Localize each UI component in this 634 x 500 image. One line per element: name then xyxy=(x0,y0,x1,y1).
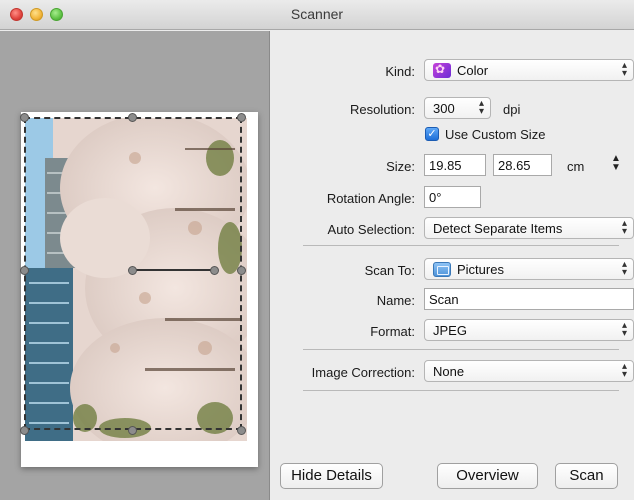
use-custom-size-label: Use Custom Size xyxy=(445,127,546,142)
unit-stepper-icon[interactable]: ▲ ▼ xyxy=(611,154,621,173)
rotation-angle-field[interactable]: 0° xyxy=(424,186,481,208)
separator xyxy=(303,245,619,246)
selection-handle[interactable] xyxy=(237,426,246,435)
size-unit: cm xyxy=(567,159,585,174)
selection-handle[interactable] xyxy=(20,426,29,435)
format-value: JPEG xyxy=(433,323,467,338)
rotation-handle-line[interactable] xyxy=(134,269,216,271)
selection-handle[interactable] xyxy=(20,266,29,275)
selection-handle[interactable] xyxy=(237,266,246,275)
hide-details-button[interactable]: Hide Details xyxy=(280,463,383,489)
kind-value: Color xyxy=(457,63,489,78)
image-correction-value: None xyxy=(433,364,465,379)
selection-center-handle[interactable] xyxy=(128,266,137,275)
size-width-field[interactable]: 19.85 xyxy=(424,154,486,176)
scan-to-popup[interactable]: Pictures ▴ ▾ xyxy=(424,258,634,280)
scan-button[interactable]: Scan xyxy=(555,463,618,489)
resolution-value: 300 xyxy=(433,101,455,116)
selection-handle[interactable] xyxy=(128,426,137,435)
kind-popup[interactable]: Color ▴▾ xyxy=(424,59,634,81)
pictures-folder-icon xyxy=(433,262,451,277)
size-height-field[interactable]: 28.65 xyxy=(493,154,552,176)
size-label: Size: xyxy=(386,159,415,174)
separator xyxy=(303,349,619,350)
popup-arrows-icon: ▴ ▾ xyxy=(621,259,627,278)
rotation-angle-label: Rotation Angle: xyxy=(326,191,415,206)
popup-arrows-icon: ▴ ▾ xyxy=(621,320,627,339)
kind-label: Kind: xyxy=(385,64,415,79)
name-field[interactable]: Scan xyxy=(424,288,634,310)
scan-preview-page xyxy=(20,112,258,467)
format-label: Format: xyxy=(370,324,415,339)
scan-preview-pane[interactable] xyxy=(0,31,270,500)
title-bar: Scanner xyxy=(0,0,634,30)
resolution-popup[interactable]: 300 ▴ ▾ xyxy=(424,97,491,119)
use-custom-size-checkbox[interactable]: ✓ xyxy=(425,127,439,141)
separator xyxy=(303,390,619,391)
selection-handle[interactable] xyxy=(20,113,29,122)
name-label: Name: xyxy=(376,293,415,308)
auto-selection-popup[interactable]: Detect Separate Items ▴ ▾ xyxy=(424,217,634,239)
resolution-label: Resolution: xyxy=(349,102,415,117)
image-correction-popup[interactable]: None ▴ ▾ xyxy=(424,360,634,382)
popup-arrows-icon: ▴ ▾ xyxy=(621,60,627,79)
auto-selection-label: Auto Selection: xyxy=(327,222,415,237)
scan-to-value: Pictures xyxy=(457,262,504,277)
window-title: Scanner xyxy=(290,6,344,22)
color-palette-icon xyxy=(433,62,451,78)
popup-arrows-icon: ▴ ▾ xyxy=(621,361,627,380)
selection-handle[interactable] xyxy=(237,113,246,122)
selection-handle[interactable] xyxy=(128,113,137,122)
rotation-handle[interactable] xyxy=(210,266,219,275)
popup-arrows-icon: ▴ ▾ xyxy=(621,218,627,237)
format-popup[interactable]: JPEG ▴ ▾ xyxy=(424,319,634,341)
resolution-unit: dpi xyxy=(503,102,521,117)
popup-arrows-icon: ▴ ▾ xyxy=(478,98,484,117)
overview-button[interactable]: Overview xyxy=(437,463,538,489)
scan-to-label: Scan To: xyxy=(364,263,415,278)
auto-selection-value: Detect Separate Items xyxy=(433,221,563,236)
image-correction-label: Image Correction: xyxy=(311,365,415,380)
